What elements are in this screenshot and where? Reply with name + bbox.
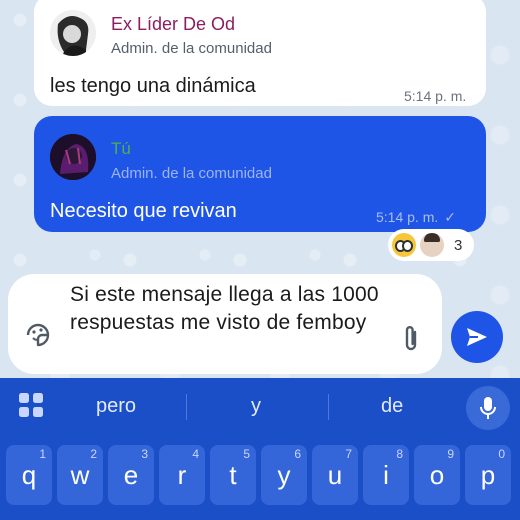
- key-q[interactable]: 1q: [6, 445, 52, 505]
- key-y[interactable]: 6y: [261, 445, 307, 505]
- composer-text[interactable]: Si este mensaje llega a las 1000 respues…: [70, 281, 380, 337]
- key-label: i: [383, 459, 389, 490]
- message-time-incoming: 5:14 p. m.: [404, 88, 467, 104]
- key-u[interactable]: 7u: [312, 445, 358, 505]
- sticker-icon[interactable]: [24, 321, 52, 349]
- sender-role-outgoing: Admin. de la comunidad: [111, 165, 272, 182]
- key-num: 3: [141, 447, 148, 461]
- sender-role-incoming: Admin. de la comunidad: [111, 40, 272, 57]
- message-time-outgoing: 5:14 p. m. ✓: [376, 209, 456, 226]
- keyboard-row-1: 1q 2w 3e 4r 5t 6y 7u 8i 9o 0p: [6, 445, 516, 505]
- send-button[interactable]: [451, 311, 503, 363]
- key-i[interactable]: 8i: [363, 445, 409, 505]
- message-text-outgoing: Necesito que revivan: [50, 200, 237, 222]
- divider: [328, 394, 329, 420]
- key-label: w: [70, 459, 90, 490]
- key-label: y: [277, 459, 291, 490]
- avatar-incoming[interactable]: [50, 10, 96, 56]
- key-num: 6: [294, 447, 301, 461]
- key-label: r: [177, 459, 187, 490]
- avatar-outgoing[interactable]: [50, 134, 96, 180]
- key-label: e: [123, 459, 139, 490]
- mic-icon: [480, 397, 496, 419]
- attach-icon[interactable]: [400, 324, 422, 354]
- send-icon: [467, 328, 487, 346]
- key-label: o: [429, 459, 445, 490]
- mic-button[interactable]: [466, 386, 510, 430]
- key-t[interactable]: 5t: [210, 445, 256, 505]
- key-label: t: [229, 459, 237, 490]
- suggestion-3[interactable]: de: [381, 395, 403, 418]
- key-o[interactable]: 9o: [414, 445, 460, 505]
- suggestion-1[interactable]: pero: [96, 395, 136, 418]
- suggestion-bar: pero y de: [0, 378, 520, 436]
- message-time-outgoing-text: 5:14 p. m.: [376, 209, 439, 225]
- suggestion-2[interactable]: y: [251, 395, 261, 418]
- key-w[interactable]: 2w: [57, 445, 103, 505]
- sender-name-incoming[interactable]: Ex Líder De Od: [111, 14, 235, 35]
- key-num: 0: [498, 447, 505, 461]
- key-label: p: [480, 459, 496, 490]
- key-p[interactable]: 0p: [465, 445, 511, 505]
- keyboard: pero y de 1q 2w 3e 4r 5t 6y 7u 8i 9o 0p: [0, 378, 520, 520]
- key-num: 1: [39, 447, 46, 461]
- reaction-count: 3: [454, 236, 463, 254]
- key-r[interactable]: 4r: [159, 445, 205, 505]
- sender-name-outgoing[interactable]: Tú: [111, 139, 131, 159]
- key-num: 7: [345, 447, 352, 461]
- key-num: 2: [90, 447, 97, 461]
- key-label: u: [327, 459, 343, 490]
- key-num: 4: [192, 447, 199, 461]
- reactions-pill[interactable]: 3: [388, 229, 474, 261]
- key-num: 8: [396, 447, 403, 461]
- message-text-incoming: les tengo una dinámica: [50, 75, 256, 97]
- key-e[interactable]: 3e: [108, 445, 154, 505]
- grid-icon[interactable]: [18, 392, 44, 418]
- divider: [186, 394, 187, 420]
- key-num: 5: [243, 447, 250, 461]
- key-num: 9: [447, 447, 454, 461]
- key-label: q: [21, 459, 37, 490]
- person-facepalm-emoji-icon: [420, 233, 444, 257]
- check-icon: ✓: [444, 209, 456, 225]
- pleading-face-emoji-icon: [392, 233, 416, 257]
